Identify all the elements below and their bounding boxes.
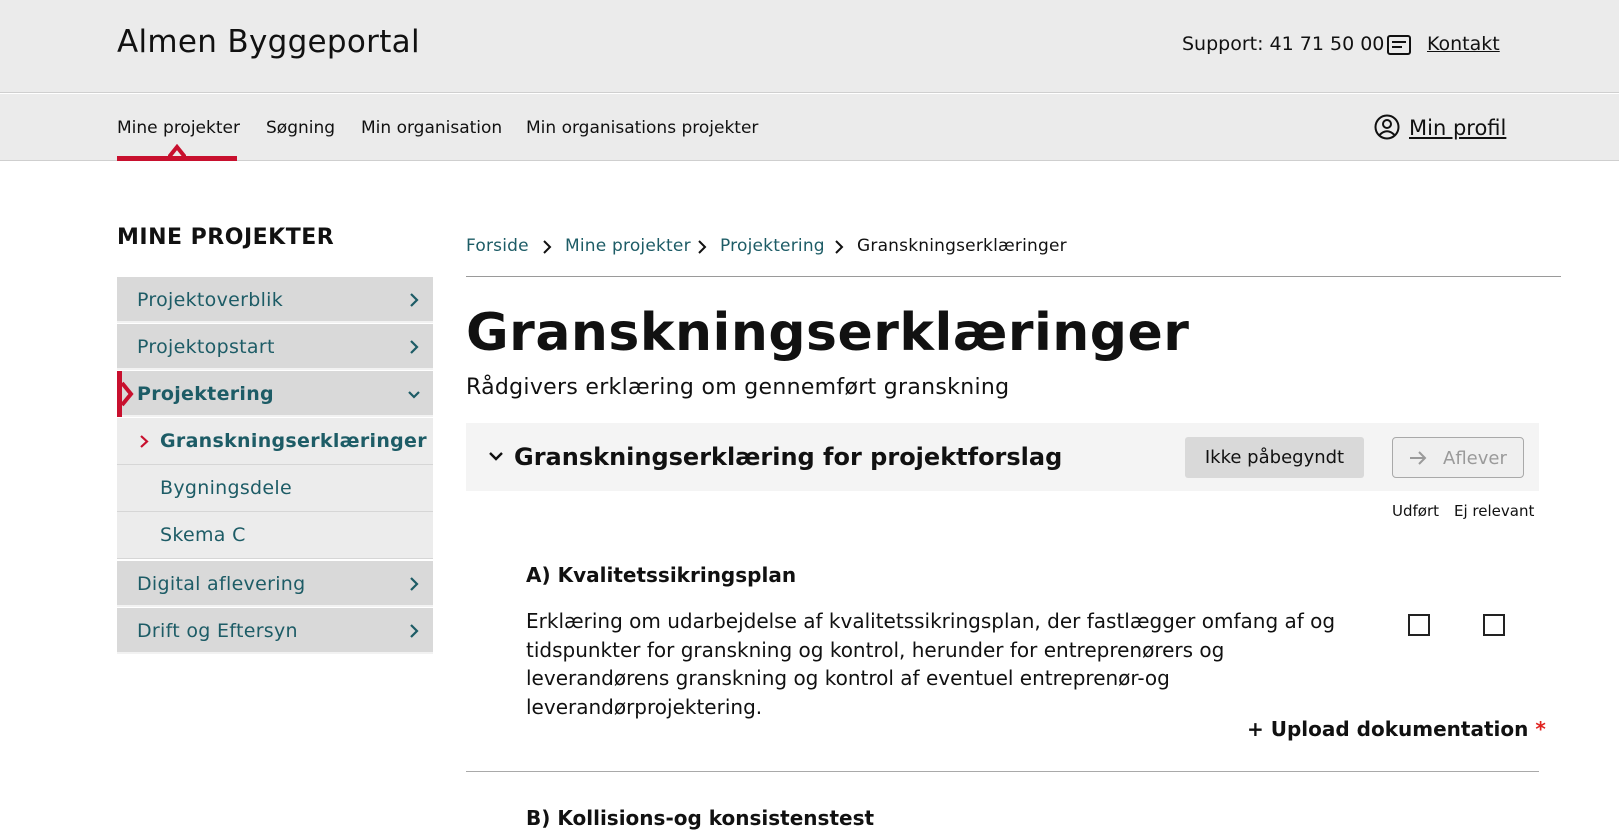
nav-item-min-organisations-projekter[interactable]: Min organisations projekter [526,118,758,138]
item-description: Erklæring om udarbejdelse af kvalitetssi… [526,609,1336,719]
column-header-ej-relevant: Ej relevant [1454,502,1535,520]
sidebar-title: MINE PROJEKTER [117,225,335,250]
sidebar-item-projektoverblik[interactable]: Projektoverblik [117,277,433,323]
chevron-right-icon [410,293,419,307]
breadcrumb-projektering[interactable]: Projektering [720,236,825,256]
chevron-right-icon [410,577,419,591]
sidebar-item-projektopstart[interactable]: Projektopstart [117,324,433,370]
active-marker-icon [117,371,134,417]
item-divider [466,771,1539,772]
caret-up-icon [168,144,186,158]
sidebar-subitem-granskningserklaeringer[interactable]: Granskningserklæringer [117,418,433,465]
chevron-right-icon [140,435,149,448]
chevron-down-icon [489,452,503,461]
message-icon [1387,35,1411,55]
chevron-right-icon [410,624,419,638]
status-badge: Ikke påbegyndt [1185,437,1364,478]
column-header-udfoert: Udført [1392,502,1440,520]
sidebar-subitem-label: Granskningserklæringer [160,430,427,452]
upload-documentation-button[interactable]: + Upload dokumentation * [1247,717,1546,741]
support-phone: Support: 41 71 50 00 [1182,33,1385,55]
sidebar-item-label: Projektopstart [137,336,275,358]
item-heading: B) Kollisions-og konsistenstest [526,806,875,830]
page-title: Granskningserklæringer [466,303,1190,363]
sidebar-item-projektering[interactable]: Projektering [117,371,433,417]
chevron-right-icon [835,240,844,254]
user-circle-icon [1374,114,1400,140]
breadcrumb-forside[interactable]: Forside [466,236,529,256]
chevron-down-icon [408,391,420,399]
chevron-right-icon [410,340,419,354]
sidebar-item-label: Digital aflevering [137,573,306,595]
nav-item-min-organisation[interactable]: Min organisation [361,118,502,138]
breadcrumb-divider [466,276,1561,277]
sidebar-item-digital-aflevering[interactable]: Digital aflevering [117,561,433,607]
upload-label: + Upload dokumentation [1247,717,1529,741]
breadcrumb-mine-projekter[interactable]: Mine projekter [565,236,691,256]
sidebar-item-label: Projektering [137,383,274,405]
section-title: Granskningserklæring for projektforslag [514,443,1063,471]
item-heading: A) Kvalitetssikringsplan [526,563,797,587]
page-subtitle: Rådgivers erklæring om gennemført gransk… [466,375,1010,400]
required-marker: * [1535,717,1546,741]
top-header: Almen Byggeportal Support: 41 71 50 00 K… [0,0,1619,93]
sidebar-item-drift-og-eftersyn[interactable]: Drift og Eftersyn [117,608,433,654]
section-header[interactable]: Granskningserklæring for projektforslag … [466,423,1539,491]
profile-link[interactable]: Min profil [1409,116,1506,140]
deliver-button-label: Aflever [1443,448,1507,469]
deliver-button[interactable]: Aflever [1392,437,1524,478]
nav-item-mine-projekter[interactable]: Mine projekter [117,118,240,138]
sidebar-subitem-label: Bygningsdele [160,477,292,499]
checkbox-ej-relevant[interactable] [1483,614,1505,636]
chevron-right-icon [543,240,552,254]
site-brand[interactable]: Almen Byggeportal [117,24,420,60]
breadcrumb-current: Granskningserklæringer [857,236,1067,256]
sidebar-subitem-label: Skema C [160,524,246,546]
sidebar-item-label: Drift og Eftersyn [137,620,298,642]
sidebar-subitem-bygningsdele[interactable]: Bygningsdele [117,465,433,512]
nav-item-soegning[interactable]: Søgning [266,118,335,138]
checkbox-udfoert[interactable] [1408,614,1430,636]
chevron-right-icon [698,240,707,254]
arrow-right-icon [1410,451,1427,465]
sidebar-subitem-skema-c[interactable]: Skema C [117,512,433,559]
sidebar-item-label: Projektoverblik [137,289,284,311]
contact-link[interactable]: Kontakt [1427,33,1500,55]
